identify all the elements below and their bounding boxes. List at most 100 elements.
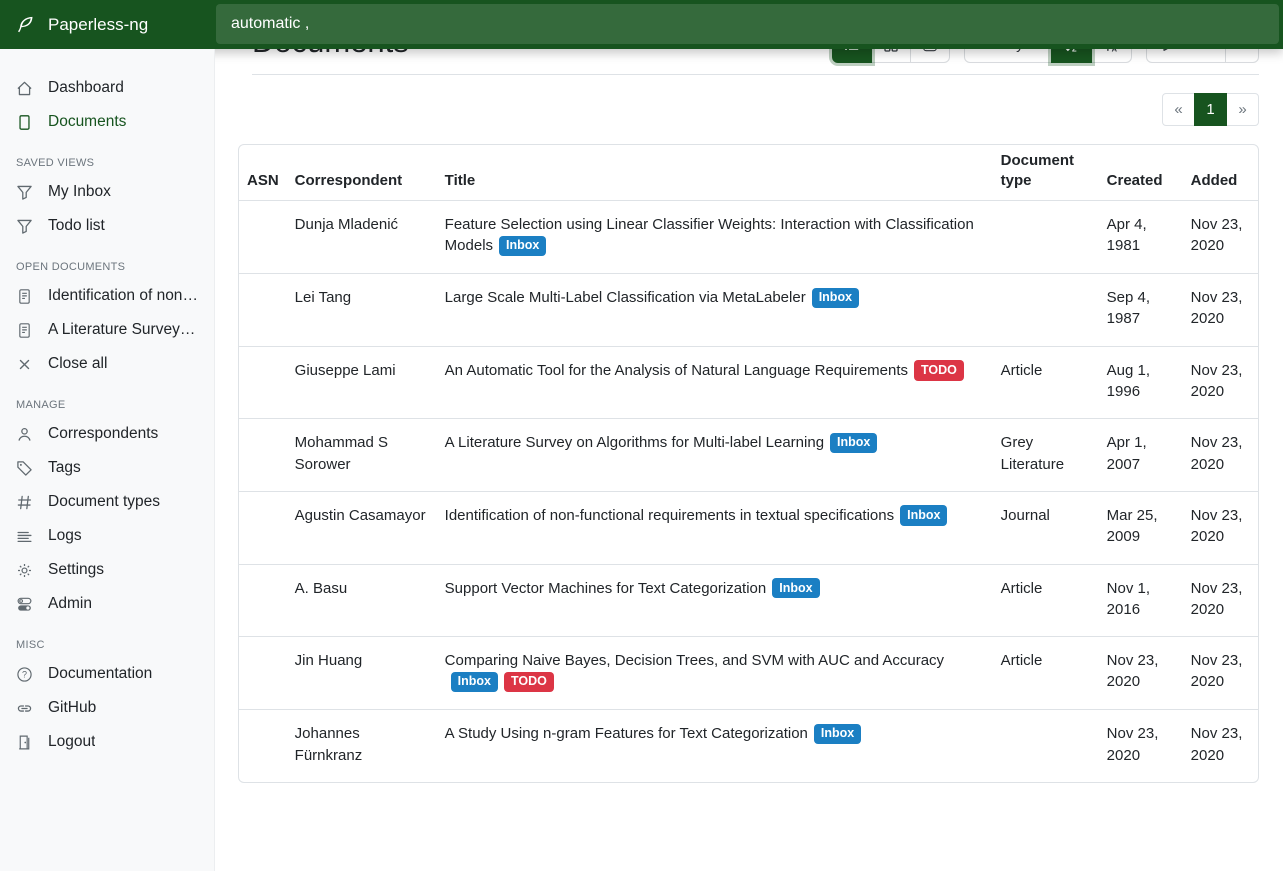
sidebar-item-github[interactable]: GitHub [0,691,214,725]
document-title-link[interactable]: An Automatic Tool for the Analysis of Na… [445,362,908,379]
top-navbar: Paperless-ng [0,0,1283,49]
sidebar-item-logout[interactable]: Logout [0,725,214,759]
pagination-page-1[interactable]: 1 [1194,93,1227,126]
documents-table-card: ASNCorrespondentTitleDocument typeCreate… [238,144,1259,783]
table-row: Jin Huang Comparing Naive Bayes, Decision… [239,637,1258,710]
correspondent-link[interactable]: A. Basu [295,580,348,597]
document-type-cell: Article [993,637,1099,710]
search-input[interactable] [216,4,1279,44]
table-row: Dunja Mladenić Feature Selection using Li… [239,201,1258,274]
document-title-link[interactable]: Support Vector Machines for Text Categor… [445,580,767,597]
document-type-link[interactable]: Journal [1001,507,1050,524]
title-divider [252,74,1259,75]
tag-badge-inbox[interactable]: Inbox [812,288,859,308]
correspondent-link[interactable]: Dunja Mladenić [295,216,398,233]
document-type-cell [993,710,1099,782]
table-row: A. Basu Support Vector Machines for Text … [239,564,1258,637]
tag-badge-inbox[interactable]: Inbox [830,433,877,453]
document-title-link[interactable]: Comparing Naive Bayes, Decision Trees, a… [445,652,944,669]
document-title-link[interactable]: Identification of non-functional require… [445,507,894,524]
sidebar-item-label: Admin [48,595,92,613]
document-type-link[interactable]: Article [1001,652,1043,669]
correspondent-link[interactable]: Mohammad S Sorower [295,434,388,472]
correspondent-link[interactable]: Jin Huang [295,652,363,669]
sidebar-item-todo-list[interactable]: Todo list [0,209,214,243]
sidebar-item-settings[interactable]: Settings [0,553,214,587]
correspondent-link[interactable]: Johannes Fürnkranz [295,725,363,763]
tag-badge-inbox[interactable]: Inbox [900,505,947,525]
document-title-link[interactable]: Large Scale Multi-Label Classification v… [445,289,806,306]
document-title-link[interactable]: A Literature Survey on Algorithms for Mu… [445,434,824,451]
main-content: Documents Sort by AZ [215,0,1283,783]
created-cell: Nov 1, 2016 [1099,564,1183,637]
correspondent-cell: Agustin Casamayor [287,491,437,564]
tag-badge-inbox[interactable]: Inbox [814,724,861,744]
document-title-link[interactable]: A Study Using n-gram Features for Text C… [445,725,808,742]
sidebar-section-title: MISC [16,639,198,651]
pagination-prev[interactable]: « [1162,93,1195,126]
asn-cell [239,419,287,492]
sidebar-item-tags[interactable]: Tags [0,451,214,485]
title-cell: Feature Selection using Linear Classifie… [437,201,993,274]
asn-cell [239,491,287,564]
column-header-added[interactable]: Added [1183,145,1258,201]
table-row: Mohammad S Sorower A Literature Survey on… [239,419,1258,492]
file-text-icon [16,322,33,339]
correspondent-link[interactable]: Giuseppe Lami [295,362,396,379]
documents-table: ASNCorrespondentTitleDocument typeCreate… [239,145,1258,782]
document-type-link[interactable]: Grey Literature [1001,434,1064,472]
door-icon [16,734,33,751]
created-cell: Nov 23, 2020 [1099,637,1183,710]
sidebar-item-label: A Literature Survey on ... [48,321,198,339]
correspondent-cell: Giuseppe Lami [287,346,437,419]
leaf-icon [16,15,35,34]
sidebar-item-a-literature-survey-on[interactable]: A Literature Survey on ... [0,313,214,347]
sidebar-section-title: OPEN DOCUMENTS [16,261,198,273]
sidebar-item-label: Settings [48,561,104,579]
sidebar-item-correspondents[interactable]: Correspondents [0,417,214,451]
column-header-created[interactable]: Created [1099,145,1183,201]
sidebar-item-documents[interactable]: Documents [0,105,214,139]
sidebar-item-label: Correspondents [48,425,158,443]
document-type-cell [993,201,1099,274]
document-type-link[interactable]: Article [1001,362,1043,379]
correspondent-link[interactable]: Agustin Casamayor [295,507,426,524]
added-cell: Nov 23, 2020 [1183,564,1258,637]
sidebar-item-label: Document types [48,493,160,511]
column-header-title[interactable]: Title [437,145,993,201]
toggles-icon [16,596,33,613]
correspondent-link[interactable]: Lei Tang [295,289,351,306]
added-cell: Nov 23, 2020 [1183,637,1258,710]
sidebar-item-my-inbox[interactable]: My Inbox [0,175,214,209]
sidebar-item-dashboard[interactable]: Dashboard [0,71,214,105]
sidebar-item-close-all[interactable]: Close all [0,347,214,381]
table-row: Lei Tang Large Scale Multi-Label Classifi… [239,274,1258,347]
sidebar-item-admin[interactable]: Admin [0,587,214,621]
sidebar-item-label: Identification of non-fu... [48,287,198,305]
tag-badge-inbox[interactable]: Inbox [499,236,546,256]
document-type-cell: Grey Literature [993,419,1099,492]
house-icon [16,80,33,97]
sidebar-item-logs[interactable]: Logs [0,519,214,553]
sidebar-section-title: SAVED VIEWS [16,157,198,169]
title-cell: Comparing Naive Bayes, Decision Trees, a… [437,637,993,710]
correspondent-cell: Lei Tang [287,274,437,347]
tag-badge-todo[interactable]: TODO [504,672,554,692]
title-cell: Support Vector Machines for Text Categor… [437,564,993,637]
pagination-next[interactable]: » [1226,93,1259,126]
column-header-asn[interactable]: ASN [239,145,287,201]
sidebar-item-label: My Inbox [48,183,111,201]
brand-link[interactable]: Paperless-ng [0,0,215,49]
x-icon [16,356,33,373]
column-header-correspondent[interactable]: Correspondent [287,145,437,201]
created-cell: Nov 23, 2020 [1099,710,1183,782]
funnel-icon [16,184,33,201]
sidebar-item-identification-of-non-fu[interactable]: Identification of non-fu... [0,279,214,313]
sidebar-item-documentation[interactable]: ?Documentation [0,657,214,691]
document-type-link[interactable]: Article [1001,580,1043,597]
sidebar-item-document-types[interactable]: Document types [0,485,214,519]
column-header-document-type[interactable]: Document type [993,145,1099,201]
tag-badge-inbox[interactable]: Inbox [772,578,819,598]
tag-badge-inbox[interactable]: Inbox [451,672,498,692]
tag-badge-todo[interactable]: TODO [914,360,964,380]
